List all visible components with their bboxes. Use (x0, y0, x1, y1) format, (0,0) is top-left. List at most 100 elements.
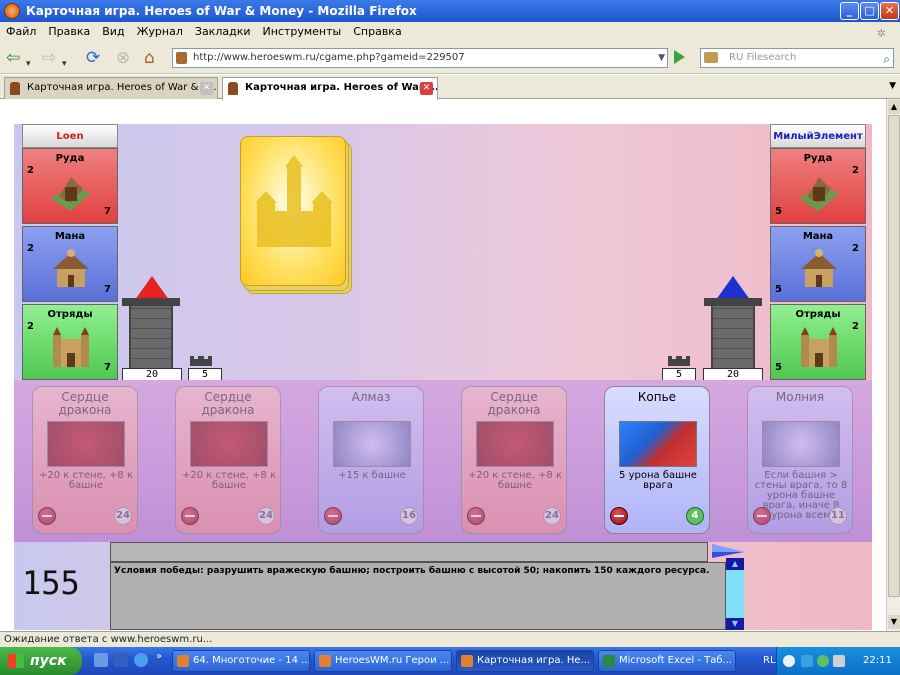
castle-emblem-icon (255, 155, 333, 247)
menu-tools[interactable]: Инструменты (257, 22, 348, 42)
resource-income: 2 (852, 321, 859, 332)
scroll-thumb[interactable] (888, 115, 900, 597)
card-deck[interactable] (240, 136, 346, 286)
menu-view[interactable]: Вид (96, 22, 130, 42)
discard-icon[interactable] (38, 507, 56, 525)
forward-dropdown-icon[interactable]: ▾ (62, 54, 67, 74)
maximize-button[interactable]: □ (860, 2, 879, 20)
menu-edit[interactable]: Правка (42, 22, 96, 42)
menu-help[interactable]: Справка (347, 22, 407, 42)
forward-button[interactable]: ⇨ (42, 48, 56, 68)
discard-icon[interactable] (610, 507, 628, 525)
right-tower (711, 306, 755, 368)
hand-card-1[interactable]: Сердце дракона +20 к стене, +8 к башне 2… (32, 386, 138, 534)
start-button[interactable]: пуск (0, 647, 82, 675)
hand-card-4[interactable]: Сердце дракона +20 к стене, +8 к башне 2… (461, 386, 567, 534)
reload-button[interactable]: ⟳ (86, 48, 100, 68)
card-title: Алмаз (351, 390, 391, 404)
windows-logo-icon (8, 654, 24, 668)
quicklaunch-ie-icon[interactable] (134, 653, 148, 667)
language-indicator[interactable]: RL (763, 647, 776, 675)
menu-bookmarks[interactable]: Закладки (189, 22, 257, 42)
card-description: 5 урона башне врага (619, 470, 697, 491)
discard-icon[interactable] (467, 507, 485, 525)
resource-amount: 7 (104, 206, 111, 217)
search-input[interactable]: RU Filesearch ⌕ (700, 48, 894, 68)
discard-icon[interactable] (753, 507, 771, 525)
hand-card-5[interactable]: Копье 5 урона башне врага 4 (604, 386, 710, 534)
task-button-2[interactable]: HeroesWM.ru Герои ... (314, 650, 452, 672)
card-description: +20 к стене, +8 к башне (468, 470, 562, 491)
page-scrollbar[interactable]: ▲ ▼ (886, 99, 900, 631)
throbber-icon: ✲ (876, 27, 886, 40)
quicklaunch-more-icon[interactable]: » (156, 651, 162, 662)
left-resource-troops: Отряды 2 7 (22, 304, 118, 380)
menu-bar: Файл Правка Вид Журнал Закладки Инструменты Сп… (0, 22, 900, 42)
resource-name: Мана (802, 231, 834, 242)
game-bottom-panel: 155 Условия победы: разрушить вражескую … (14, 542, 872, 630)
tray-network-icon[interactable] (801, 655, 813, 667)
end-turn-flag-icon[interactable] (712, 544, 744, 558)
log-scroll-down-icon[interactable]: ▼ (726, 618, 744, 630)
navigation-toolbar: ⇦ ▾ ⇨ ▾ ⟳ ⊗ ⌂ http://www.heroeswm.ru/cga… (0, 42, 900, 74)
close-button[interactable]: ✕ (880, 2, 899, 20)
menu-file[interactable]: Файл (0, 22, 42, 42)
firefox-icon (4, 3, 20, 19)
card-picture (762, 421, 840, 467)
card-cost: 16 (400, 507, 418, 525)
tab-1[interactable]: Карточная игра. Heroes of War & M... ✕ (4, 77, 218, 99)
scroll-down-icon[interactable]: ▼ (888, 615, 900, 629)
log-scrollbar[interactable]: ▲ ▼ (726, 558, 744, 630)
log-scroll-up-icon[interactable]: ▲ (726, 558, 744, 570)
left-player-name: Loen (22, 124, 118, 148)
resource-name: Руда (803, 153, 833, 164)
game-board: Loen Руда 2 7 Мана 2 7 Отряды 2 7 МилыйЭ… (14, 124, 872, 630)
left-wall-icon (190, 356, 212, 366)
tab-favicon-icon (228, 82, 238, 95)
start-label: пуск (30, 653, 67, 669)
task-button-1[interactable]: 64. Многоточие - 14 ... (172, 650, 310, 672)
back-dropdown-icon[interactable]: ▾ (26, 54, 31, 74)
scroll-up-icon[interactable]: ▲ (888, 100, 900, 114)
tab-label: Карточная игра. Heroes of War ... (245, 82, 438, 93)
search-engine-icon[interactable] (704, 52, 718, 63)
url-dropdown-icon[interactable]: ▼ (658, 49, 665, 67)
url-bar[interactable]: http://www.heroeswm.ru/cgame.php?gameid=… (172, 48, 668, 68)
hand-card-6[interactable]: Молния Если башня > стены врага, то 8 ур… (747, 386, 853, 534)
task-button-3[interactable]: Карточная игра. Не... (456, 650, 594, 672)
back-button[interactable]: ⇦ (6, 48, 20, 68)
discard-icon[interactable] (181, 507, 199, 525)
minimize-button[interactable]: _ (840, 2, 859, 20)
firefox-icon (177, 655, 189, 667)
resource-name: Отряды (795, 309, 841, 320)
quicklaunch-save-icon[interactable] (114, 653, 128, 667)
resource-name: Мана (54, 231, 86, 242)
go-icon[interactable] (674, 50, 685, 64)
task-button-4[interactable]: Microsoft Excel - Таб... (598, 650, 736, 672)
turn-counter: 155 (22, 564, 80, 602)
system-tray: RL 22:11 (763, 647, 900, 675)
tab-list-icon[interactable]: ▼ (889, 81, 896, 91)
stop-button[interactable]: ⊗ (116, 48, 130, 68)
tray-chevron-icon[interactable] (783, 655, 795, 667)
discard-icon[interactable] (324, 507, 342, 525)
menu-history[interactable]: Журнал (131, 22, 189, 42)
hand-card-2[interactable]: Сердце дракона +20 к стене, +8 к башне 2… (175, 386, 281, 534)
search-icon[interactable]: ⌕ (883, 50, 890, 68)
right-tower-battlement (704, 298, 762, 306)
tab-2[interactable]: Карточная игра. Heroes of War ... ✕ (222, 77, 438, 100)
tray-volume-icon[interactable] (833, 655, 845, 667)
hand-card-3[interactable]: Алмаз +15 к башне 16 (318, 386, 424, 534)
tray-security-icon[interactable] (817, 655, 829, 667)
task-label: 64. Многоточие - 14 ... (193, 655, 310, 666)
left-resource-ore: Руда 2 7 (22, 148, 118, 224)
right-resource-ore: Руда 2 5 (770, 148, 866, 224)
home-button[interactable]: ⌂ (144, 48, 155, 68)
quicklaunch-desktop-icon[interactable] (94, 653, 108, 667)
tab-close-icon[interactable]: ✕ (200, 82, 213, 95)
clock: 22:11 (863, 655, 892, 666)
resource-income: 2 (27, 243, 34, 254)
firefox-icon (319, 655, 331, 667)
card-cost: 24 (257, 507, 275, 525)
tab-close-icon[interactable]: ✕ (420, 82, 433, 95)
